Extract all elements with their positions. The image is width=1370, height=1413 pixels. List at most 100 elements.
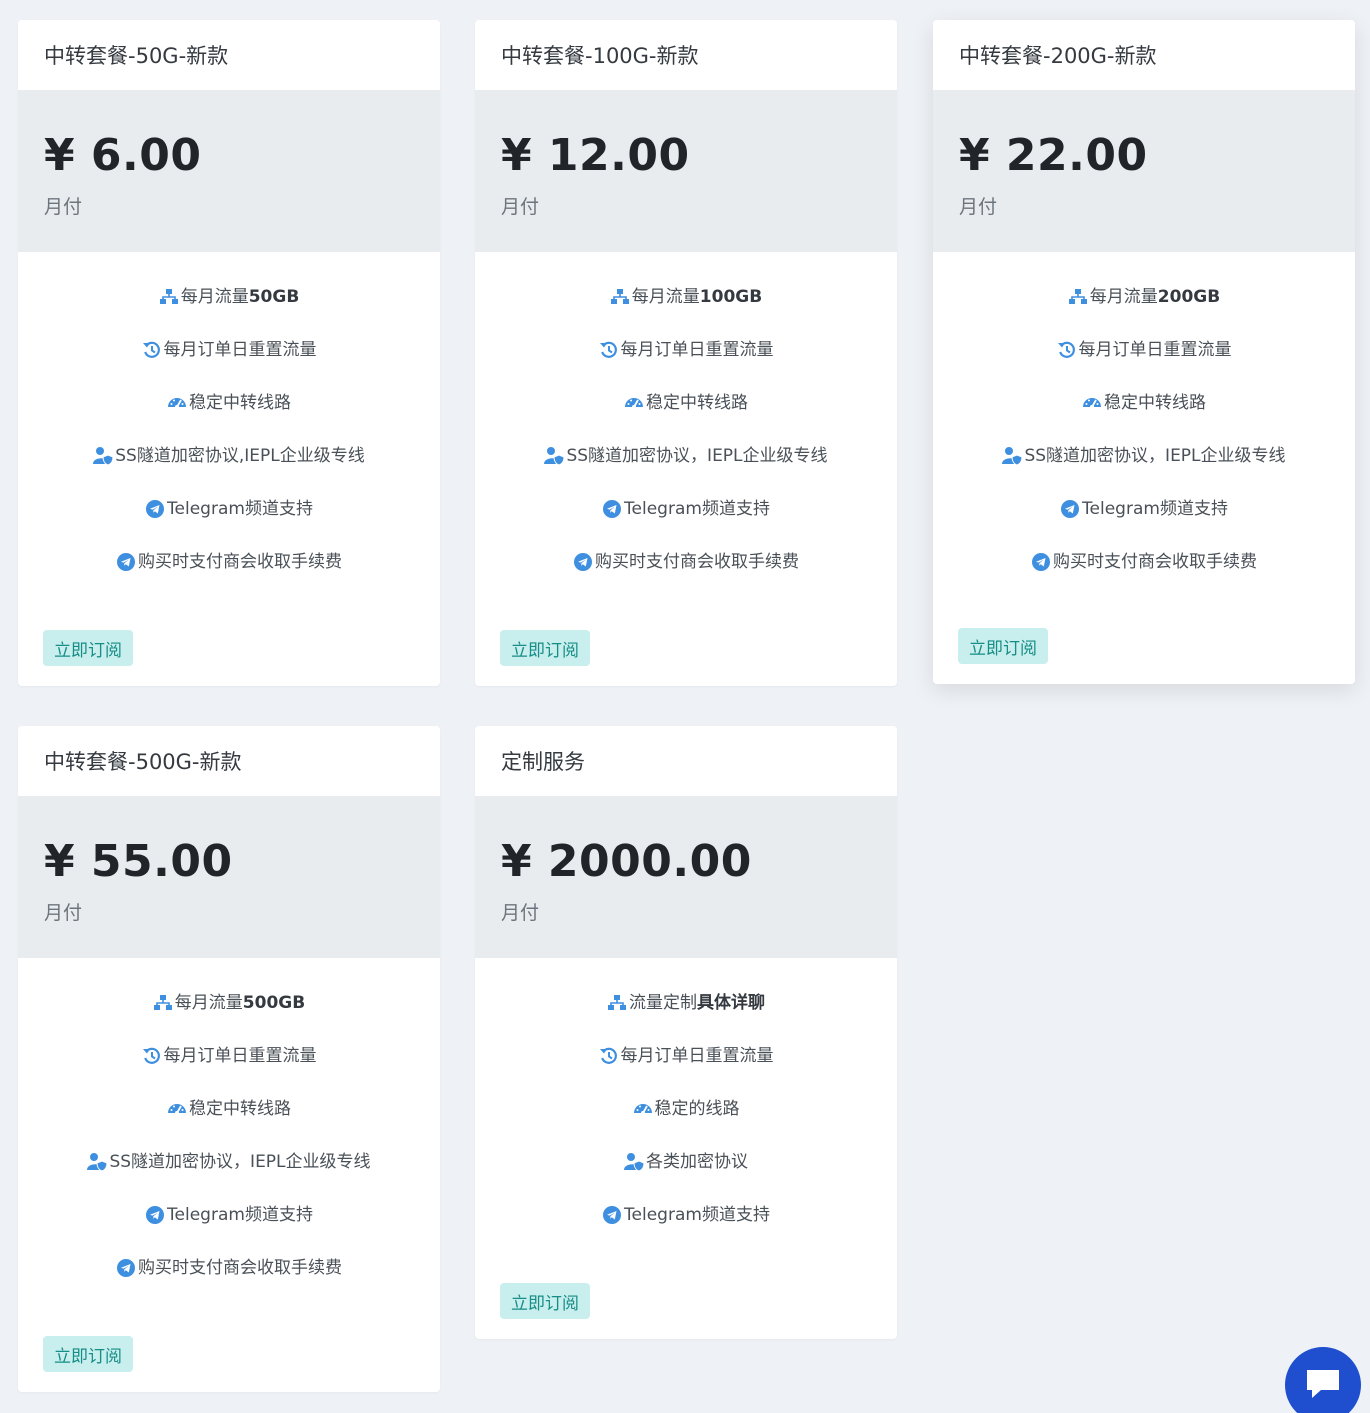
plan-price: ¥ 2000.00	[501, 836, 752, 887]
feature-item: 稳定中转线路	[18, 1098, 440, 1151]
chat-button[interactable]	[1285, 1347, 1361, 1413]
feature-item: 每月流量 200GB	[933, 286, 1355, 339]
feature-item: Telegram频道支持	[18, 1204, 440, 1257]
feature-item: 每月流量 500GB	[18, 992, 440, 1045]
speedometer-icon	[624, 393, 644, 413]
feature-list: 每月流量 100GB 每月订单日重置流量 稳定中转线路 SS隧道加密协议，IEPL企业级…	[475, 252, 897, 604]
speedometer-icon	[1082, 393, 1102, 413]
billing-period: 月付	[44, 196, 83, 218]
history-icon	[142, 340, 162, 360]
network-icon	[153, 993, 173, 1013]
user-shield-icon	[544, 446, 565, 466]
feature-text: Telegram频道支持	[1082, 499, 1228, 519]
feature-list: 流量定制 具体详聊 每月订单日重置流量 稳定的线路 各类加密协议 Telegram频道支持	[475, 958, 897, 1257]
telegram-icon	[116, 1258, 136, 1278]
feature-text: 每月流量	[1089, 287, 1158, 307]
feature-highlight: 具体详聊	[697, 993, 765, 1013]
feature-text: SS隧道加密协议，IEPL企业级专线	[1024, 446, 1286, 466]
feature-text: 每月订单日重置流量	[1078, 340, 1232, 360]
feature-item: 稳定中转线路	[18, 392, 440, 445]
telegram-icon	[602, 1205, 622, 1225]
plans-grid: 中转套餐-50G-新款 ¥ 6.00 月付 每月流量 50GB 每月订单日重置流量稳…	[0, 0, 1370, 1413]
telegram-icon	[602, 499, 622, 519]
feature-item: Telegram频道支持	[933, 498, 1355, 551]
user-shield-icon	[1002, 446, 1023, 466]
network-icon	[610, 287, 630, 307]
plan-title: 中转套餐-50G-新款	[44, 44, 229, 68]
feature-text: 每月订单日重置流量	[620, 340, 774, 360]
user-shield-icon	[87, 1152, 108, 1172]
feature-text: Telegram频道支持	[624, 1205, 770, 1225]
feature-text: SS隧道加密协议,IEPL企业级专线	[115, 446, 365, 466]
plan-card: 中转套餐-200G-新款 ¥ 22.00 月付 每月流量 200GB 每月订单日重置…	[933, 20, 1355, 684]
feature-text: 每月订单日重置流量	[163, 1046, 317, 1066]
plan-title: 定制服务	[501, 750, 585, 774]
subscribe-button[interactable]: 立即订阅	[500, 1283, 590, 1319]
feature-item: Telegram频道支持	[18, 498, 440, 551]
feature-text: 购买时支付商会收取手续费	[595, 552, 799, 572]
user-shield-icon	[624, 1152, 644, 1172]
speedometer-icon	[167, 393, 187, 413]
price-block: ¥ 6.00 月付	[18, 90, 440, 252]
feature-text: 稳定中转线路	[1104, 393, 1206, 413]
feature-item: 购买时支付商会收取手续费	[18, 1257, 440, 1310]
feature-item: 购买时支付商会收取手续费	[933, 551, 1355, 604]
feature-item: 每月订单日重置流量	[18, 1045, 440, 1098]
plan-price: ¥ 6.00	[44, 130, 202, 181]
history-icon	[1057, 340, 1077, 360]
feature-text: 稳定中转线路	[189, 393, 291, 413]
user-shield-icon	[93, 446, 114, 466]
billing-period: 月付	[44, 902, 83, 924]
feature-text: Telegram频道支持	[167, 499, 313, 519]
feature-list: 每月流量 200GB 每月订单日重置流量 稳定中转线路 SS隧道加密协议，IEPL企业级…	[933, 252, 1355, 604]
history-icon	[142, 1046, 162, 1066]
feature-item: 每月订单日重置流量	[475, 1045, 897, 1098]
telegram-icon	[116, 552, 136, 572]
feature-text: Telegram频道支持	[624, 499, 770, 519]
plan-price: ¥ 22.00	[959, 130, 1148, 181]
feature-text: 稳定中转线路	[189, 1099, 291, 1119]
feature-item: 稳定中转线路	[475, 392, 897, 445]
network-icon	[1068, 287, 1088, 307]
feature-item: Telegram频道支持	[475, 498, 897, 551]
subscribe-button[interactable]: 立即订阅	[500, 630, 590, 666]
feature-text: 购买时支付商会收取手续费	[138, 1258, 342, 1278]
billing-period: 月付	[501, 902, 540, 924]
subscribe-button[interactable]: 立即订阅	[958, 628, 1048, 664]
telegram-icon	[145, 1205, 165, 1225]
feature-item: 每月订单日重置流量	[475, 339, 897, 392]
history-icon	[599, 1046, 619, 1066]
plan-card: 中转套餐-500G-新款 ¥ 55.00 月付 每月流量 500GB 每月订单日重置…	[18, 726, 440, 1392]
feature-text: SS隧道加密协议，IEPL企业级专线	[109, 1152, 371, 1172]
feature-item: SS隧道加密协议，IEPL企业级专线	[18, 1151, 440, 1204]
price-block: ¥ 22.00 月付	[933, 90, 1355, 252]
feature-text: 流量定制	[629, 993, 697, 1013]
feature-text: 每月订单日重置流量	[620, 1046, 774, 1066]
telegram-icon	[573, 552, 593, 572]
plan-price: ¥ 12.00	[501, 130, 690, 181]
feature-item: 稳定的线路	[475, 1098, 897, 1151]
feature-highlight: 50GB	[248, 287, 300, 307]
telegram-icon	[145, 499, 165, 519]
network-icon	[159, 287, 179, 307]
plan-price: ¥ 55.00	[44, 836, 233, 887]
telegram-icon	[1060, 499, 1080, 519]
telegram-icon	[1031, 552, 1051, 572]
feature-text: 每月订单日重置流量	[163, 340, 317, 360]
plan-card: 中转套餐-50G-新款 ¥ 6.00 月付 每月流量 50GB 每月订单日重置流量稳…	[18, 20, 440, 686]
subscribe-button[interactable]: 立即订阅	[43, 1336, 133, 1372]
feature-highlight: 200GB	[1157, 287, 1221, 307]
feature-text: 购买时支付商会收取手续费	[138, 552, 342, 572]
price-block: ¥ 2000.00 月付	[475, 796, 897, 958]
feature-text: 每月流量	[631, 287, 700, 307]
billing-period: 月付	[501, 196, 540, 218]
feature-highlight: 500GB	[242, 993, 306, 1013]
feature-list: 每月流量 500GB 每月订单日重置流量 稳定中转线路 SS隧道加密协议，IEPL企业级…	[18, 958, 440, 1310]
feature-text: 购买时支付商会收取手续费	[1053, 552, 1257, 572]
feature-text: 每月流量	[174, 993, 243, 1013]
plan-card: 中转套餐-100G-新款 ¥ 12.00 月付 每月流量 100GB 每月订单日重置…	[475, 20, 897, 686]
feature-text: Telegram频道支持	[167, 1205, 313, 1225]
subscribe-button[interactable]: 立即订阅	[43, 630, 133, 666]
feature-item: 每月订单日重置流量	[933, 339, 1355, 392]
feature-item: 每月流量 50GB	[18, 286, 440, 339]
